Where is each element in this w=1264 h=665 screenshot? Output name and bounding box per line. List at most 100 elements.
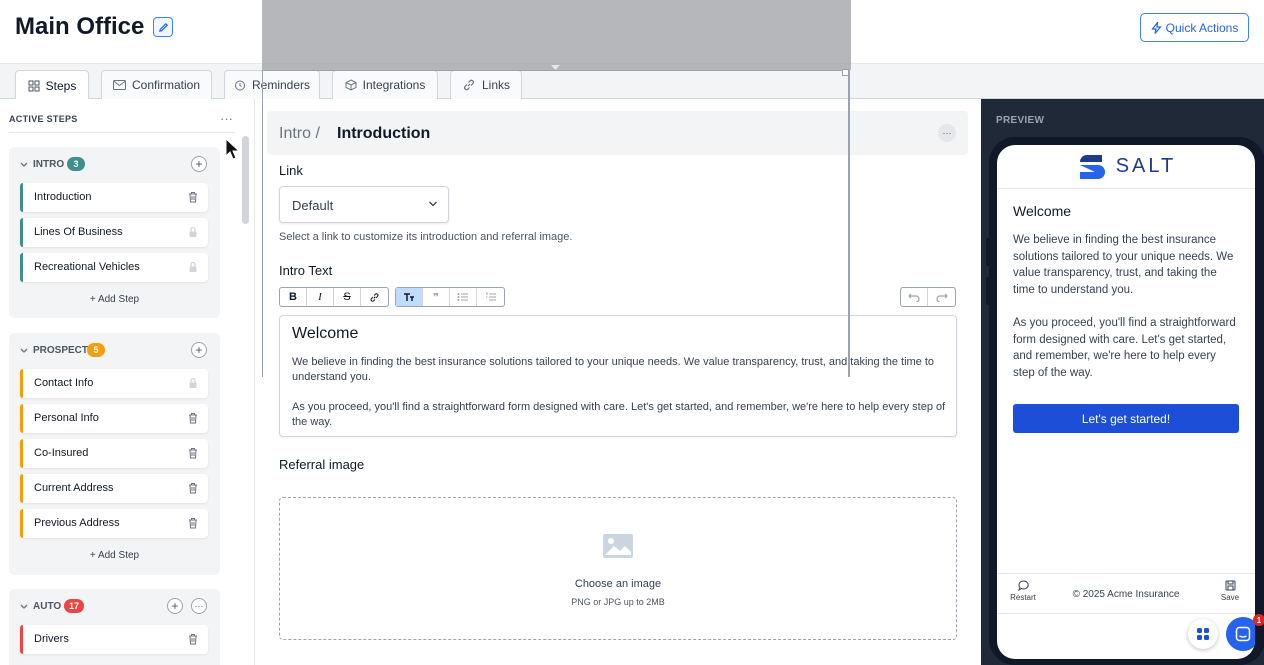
pencil-icon	[158, 22, 168, 32]
lock-icon	[189, 377, 197, 388]
step-item-drivers[interactable]: Drivers	[20, 625, 208, 654]
add-step-label: Add Step	[97, 550, 140, 561]
tab-confirmation[interactable]: Confirmation	[101, 70, 212, 99]
overlay-guide-line	[848, 70, 850, 377]
bold-button[interactable]: B	[280, 288, 307, 306]
step-label: Introduction	[34, 191, 92, 203]
tab-steps-label: Steps	[45, 78, 77, 93]
step-item-contact-info[interactable]: Contact Info	[20, 369, 208, 398]
dropzone-title: Choose an image	[574, 578, 662, 590]
save-button[interactable]: Save	[1215, 580, 1245, 602]
trash-icon[interactable]	[187, 633, 199, 645]
numbered-list-button[interactable]	[477, 288, 504, 306]
step-color-bar	[20, 474, 23, 503]
link-hint: Select a link to customize its introduct…	[279, 231, 573, 243]
tab-links[interactable]: Links	[450, 70, 522, 99]
steps-sidebar: ACTIVE STEPS ··· INTRO 3 + Introduction …	[0, 99, 255, 665]
mail-icon	[112, 80, 126, 90]
step-label: Personal Info	[34, 412, 99, 424]
step-item-introduction[interactable]: Introduction	[20, 183, 208, 212]
edit-title-button[interactable]	[153, 17, 173, 37]
apps-button[interactable]	[1188, 619, 1218, 649]
preview-bottom-bar	[997, 613, 1255, 659]
tab-integrations-label: Integrations	[362, 78, 426, 92]
alarm-clock-icon	[234, 80, 245, 91]
add-step-plus-button[interactable]: +	[191, 342, 207, 358]
italic-button[interactable]: I	[307, 288, 334, 306]
step-item-previous-address[interactable]: Previous Address	[20, 509, 208, 538]
chevron-down-icon[interactable]	[20, 346, 28, 356]
step-item-co-insured[interactable]: Co-Insured	[20, 439, 208, 468]
overlay-handle-icon[interactable]	[551, 65, 560, 71]
breadcrumb-parent[interactable]: Intro /	[279, 125, 320, 143]
trash-icon[interactable]	[187, 191, 199, 203]
block-toolbar: ❞	[395, 287, 505, 307]
add-step-button[interactable]: + Add Step	[9, 294, 220, 305]
redo-button[interactable]	[928, 288, 955, 306]
editor-heading: Welcome	[292, 325, 359, 342]
step-group-intro: INTRO 3 + Introduction Lines Of Business…	[9, 147, 220, 318]
breadcrumb-title: Introduction	[337, 125, 431, 142]
step-label: Current Address	[34, 482, 114, 494]
step-group-auto: AUTO 17 + ··· Drivers	[9, 589, 220, 665]
sidebar-more-button[interactable]: ···	[220, 111, 233, 126]
bullet-list-button[interactable]	[450, 288, 477, 306]
dropzone-subtitle: PNG or JPG up to 2MB	[571, 597, 665, 607]
group-header-auto[interactable]: AUTO 17 + ···	[9, 589, 220, 623]
preview-paragraph: We believe in finding the best insurance…	[1013, 234, 1234, 296]
get-started-button[interactable]: Let's get started!	[1013, 404, 1239, 433]
step-item-current-address[interactable]: Current Address	[20, 474, 208, 503]
lock-icon	[189, 261, 197, 272]
group-header-intro[interactable]: INTRO 3 +	[9, 147, 220, 181]
link-select[interactable]: Default	[279, 186, 449, 223]
lock-icon	[189, 226, 197, 237]
add-step-button[interactable]: + Add Step	[9, 550, 220, 561]
link-button[interactable]	[361, 288, 388, 306]
history-toolbar	[900, 287, 956, 307]
trash-icon[interactable]	[187, 412, 199, 424]
preview-paragraph: As you proceed, you'll find a straightfo…	[1013, 317, 1236, 379]
tab-steps[interactable]: Steps	[15, 70, 89, 100]
group-more-button[interactable]: ···	[191, 598, 207, 614]
grid-icon	[1197, 628, 1209, 640]
group-header-prospect[interactable]: PROSPECT 5 +	[9, 333, 220, 367]
step-color-bar	[20, 404, 23, 433]
tab-links-label: Links	[481, 78, 510, 92]
redo-icon	[935, 293, 948, 302]
step-label: Contact Info	[34, 377, 94, 389]
trash-icon[interactable]	[187, 482, 199, 494]
heading-button[interactable]	[396, 288, 423, 306]
chevron-down-icon[interactable]	[20, 602, 28, 612]
step-color-bar	[20, 369, 23, 398]
trash-icon[interactable]	[187, 517, 199, 529]
phone-side-button	[986, 238, 990, 266]
group-name: PROSPECT	[33, 345, 89, 356]
trash-icon[interactable]	[187, 447, 199, 459]
step-item-personal-info[interactable]: Personal Info	[20, 404, 208, 433]
step-color-bar	[20, 509, 23, 538]
tab-integrations[interactable]: Integrations	[332, 70, 438, 99]
tab-reminders[interactable]: Reminders	[224, 70, 320, 99]
undo-button[interactable]	[901, 288, 928, 306]
image-dropzone[interactable]: Choose an image PNG or JPG up to 2MB	[279, 497, 957, 640]
mouse-cursor-icon	[225, 138, 241, 160]
link-select-value: Default	[292, 198, 334, 213]
intro-text-editor[interactable]: Welcome We believe in finding the best i…	[279, 315, 957, 437]
add-step-plus-button[interactable]: +	[191, 156, 207, 172]
step-color-bar	[20, 625, 23, 654]
text-size-icon	[404, 293, 414, 301]
strikethrough-button[interactable]: S	[334, 288, 361, 306]
overlay-resize-handle[interactable]	[842, 69, 849, 76]
step-item-recreational-vehicles[interactable]: Recreational Vehicles	[20, 253, 208, 282]
chat-launcher-button[interactable]	[1226, 617, 1255, 651]
step-count-badge: 17	[64, 599, 85, 613]
add-step-plus-button[interactable]: +	[167, 598, 183, 614]
step-more-button[interactable]: ···	[938, 124, 956, 142]
preview-heading: Welcome	[1013, 203, 1072, 219]
quote-button[interactable]: ❞	[423, 288, 450, 306]
chevron-down-icon[interactable]	[20, 160, 28, 170]
step-editor-panel: Intro / Introduction ··· Link Default Se…	[255, 99, 981, 665]
sidebar-scrollbar[interactable]	[242, 136, 249, 224]
quick-actions-button[interactable]: Quick Actions	[1140, 13, 1249, 42]
step-item-lines-of-business[interactable]: Lines Of Business	[20, 218, 208, 247]
